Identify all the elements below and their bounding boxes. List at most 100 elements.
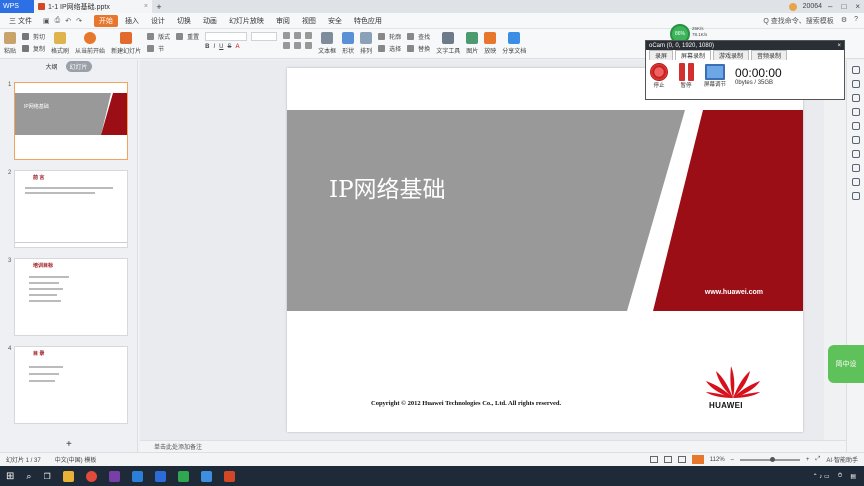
menu-item-view[interactable]: 视图 [297,15,321,27]
theme-label[interactable]: 中文(中国) 模板 [55,455,97,464]
reset-button[interactable]: 重置 [176,32,199,41]
arrange-button[interactable]: 排列 [360,32,372,55]
ai-assistant[interactable]: AI·智能助手 [826,455,858,464]
share-doc-button[interactable]: 分享文档 [502,32,526,55]
font-family-combo[interactable] [205,32,248,41]
ocam-screen-adjust-button[interactable]: 屏幕调节 [704,64,726,88]
ocam-close-icon[interactable]: × [837,43,841,49]
tab-outline[interactable]: 大纲 [45,62,57,71]
zoom-in-icon[interactable]: + [806,457,810,463]
zoom-knob[interactable] [770,456,775,462]
fit-window-icon[interactable]: ⤢ [816,456,821,463]
bold-icon[interactable]: B [205,44,209,50]
format-painter-button[interactable]: 格式刷 [51,32,69,55]
document-tab[interactable]: 1-1 IP网络基础.pptx × [34,0,152,13]
font-size-combo[interactable] [251,32,278,41]
slide-show-button[interactable]: 放映 [484,32,496,55]
browser-icon[interactable] [85,470,97,482]
template-icon[interactable] [851,136,860,144]
close-window-icon[interactable]: × [855,2,860,11]
wps-ppt-icon[interactable] [223,470,235,482]
wechat-icon[interactable] [177,470,189,482]
history-icon[interactable] [851,178,860,186]
align-right-icon[interactable] [305,42,313,49]
menu-item-review[interactable]: 审阅 [271,15,295,27]
notification-icon[interactable]: ▤ [850,473,856,480]
avatar[interactable] [788,2,797,11]
slide-thumbnail[interactable]: IP网络基础 [14,82,128,160]
floating-ime-widget[interactable]: 简中设 [828,345,864,383]
clock[interactable]: ⏱ [838,473,843,480]
copy-button[interactable]: 复制 [22,44,45,53]
tray-icons[interactable]: ⌃ ♪ ▭ [813,473,830,480]
menu-item-design[interactable]: 设计 [146,15,170,27]
font-color-icon[interactable]: A [235,44,239,50]
windows-start-icon[interactable]: ⊞ [6,471,14,482]
layout-button[interactable]: 版式 [147,32,170,41]
strike-icon[interactable]: S [227,44,231,50]
new-tab-button[interactable]: + [152,2,166,12]
reading-view-icon[interactable] [677,456,686,463]
star-icon[interactable] [851,122,860,130]
ocam-stop-button[interactable]: 停止 [650,63,668,89]
slide-thumbnail[interactable]: 培训目标 [14,258,128,336]
zoom-slider[interactable] [740,456,800,462]
menu-item-insert[interactable]: 插入 [120,15,144,27]
undo-icon[interactable]: ↶ [65,17,71,25]
ocam-tab-screen-record[interactable]: 屏幕录制 [675,50,712,60]
normal-view-icon[interactable] [649,456,658,463]
replace-button[interactable]: 替换 [407,44,430,53]
menu-item-transition[interactable]: 切换 [172,15,196,27]
menu-item-security[interactable]: 安全 [323,15,347,27]
notes-placeholder[interactable]: 单击此处添加备注 [154,442,202,451]
align-center-icon[interactable] [294,42,302,49]
print-icon[interactable]: ⎙ [55,17,61,25]
select-button[interactable]: 选择 [378,44,401,53]
explorer-icon[interactable] [62,470,74,482]
ocam-tab-audio-record[interactable]: 音频录制 [751,50,788,60]
menu-item-animation[interactable]: 动画 [198,15,222,27]
settings-icon[interactable] [851,108,860,116]
ocam-pause-button[interactable]: 暂停 [677,63,695,89]
outline-button[interactable]: 轮廓 [378,32,401,41]
gear-icon[interactable]: ⚙ [841,16,847,26]
slide-thumbnail[interactable]: 前 言 [14,170,128,248]
text-tools-button[interactable]: 文字工具 [436,32,460,55]
zoom-level[interactable]: 112% [710,457,725,463]
help-side-icon[interactable] [851,192,860,200]
help-icon[interactable]: ? [854,16,858,26]
tab-slides[interactable]: 幻灯片 [65,60,92,72]
align-left-icon[interactable] [283,42,291,49]
picture-button[interactable]: 图片 [466,32,478,55]
italic-icon[interactable]: I [213,44,215,50]
ocam-titlebar[interactable]: oCam (0, 0, 1920, 1080) × [646,41,844,50]
menu-item-slideshow[interactable]: 幻灯片放映 [224,15,269,27]
underline-icon[interactable]: U [219,44,223,50]
find-button[interactable]: 查找 [407,32,430,41]
redo-icon[interactable]: ↷ [76,17,82,25]
ocam-tab-game-record[interactable]: 游戏录制 [713,50,750,60]
menu-item-start[interactable]: 开始 [93,14,118,27]
textbox-button[interactable]: 文本框 [318,32,336,55]
cut-button[interactable]: 剪切 [22,32,45,41]
wps-home-tab[interactable]: WPS [0,0,34,13]
minimize-icon[interactable]: – [828,2,832,11]
style-icon[interactable] [851,80,860,88]
material-icon[interactable] [851,150,860,158]
task-view-icon[interactable]: ❐ [43,472,50,481]
menu-item-features[interactable]: 特色应用 [349,15,387,27]
file-menu[interactable]: 三 文件 [4,15,37,27]
play-from-current-button[interactable]: 从当前开始 [75,32,105,55]
command-search[interactable]: Q 查找命令、搜索模板 [763,16,833,26]
sorter-view-icon[interactable] [663,456,672,463]
add-slide-button[interactable]: + [66,439,72,450]
ocam-tab-menu[interactable]: 录屏 [649,50,674,60]
shape-button[interactable]: 形状 [342,32,354,55]
notes-bar[interactable]: 单击此处添加备注 [140,440,846,452]
save-icon[interactable]: ▣ [43,17,50,25]
close-tab-icon[interactable]: × [144,3,148,10]
slide-thumbnail[interactable]: 目 录 [14,346,128,424]
animation-icon[interactable] [851,94,860,102]
word-icon[interactable] [154,470,166,482]
numbering-icon[interactable] [294,32,302,39]
